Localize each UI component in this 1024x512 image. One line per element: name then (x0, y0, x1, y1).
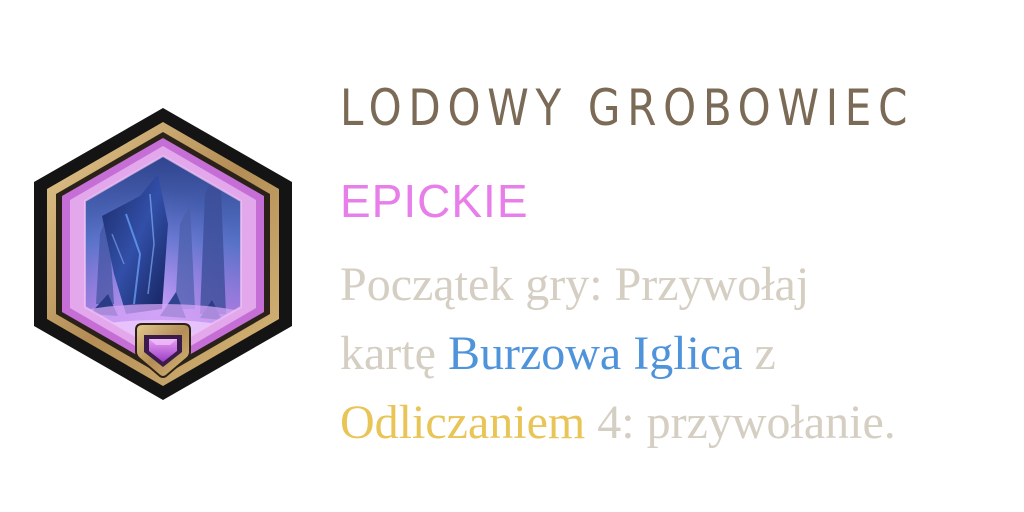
item-title: LODOWY GROBOWIEC (340, 79, 915, 137)
card-name-highlight: Burzowa Iglica (447, 327, 743, 380)
rarity-label: EPICKIE (340, 175, 529, 227)
description-text: z (742, 327, 776, 380)
keyword-highlight: Odliczaniem (340, 396, 586, 449)
item-description: Początek gry: Przywołaj kartę Burzowa Ig… (340, 250, 1020, 457)
description-line-2: kartę Burzowa Iglica z (340, 319, 1020, 388)
augment-card: LODOWY GROBOWIEC EPICKIE Początek gry: P… (0, 0, 1024, 512)
description-text: 4: przywołanie. (585, 396, 896, 449)
description-text: kartę (340, 327, 448, 380)
pentagon-gem-icon (135, 323, 191, 378)
description-line-3: Odliczaniem 4: przywołanie. (340, 388, 1020, 457)
description-line-1: Początek gry: Przywołaj (340, 258, 810, 311)
